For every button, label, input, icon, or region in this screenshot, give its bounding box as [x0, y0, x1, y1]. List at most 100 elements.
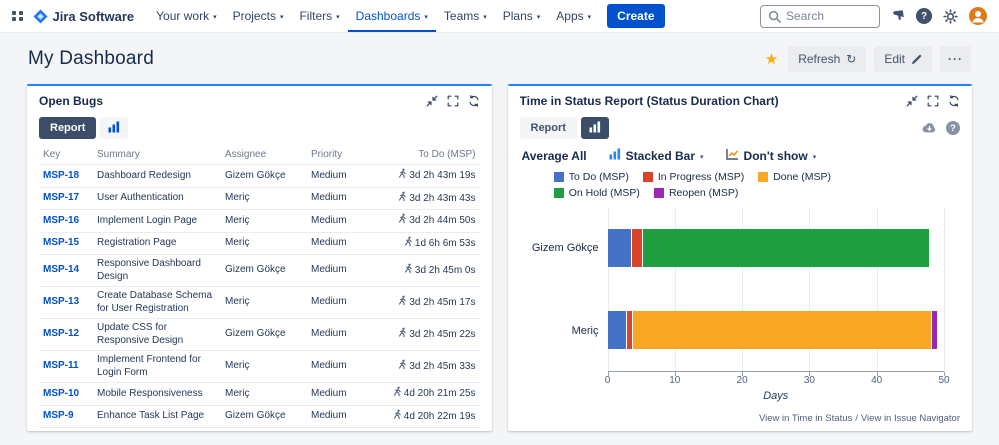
issue-assignee: Meriç: [221, 383, 307, 406]
col-assignee[interactable]: Assignee: [221, 145, 307, 165]
refresh-button[interactable]: Refresh ↻: [788, 46, 866, 72]
stacked-bar-meri-[interactable]: [608, 311, 945, 349]
search-box[interactable]: [760, 5, 880, 28]
legend-item[interactable]: In Progress (MSP): [643, 171, 744, 183]
issue-summary: Create Database Schema for User Registra…: [93, 287, 221, 319]
create-button[interactable]: Create: [607, 4, 664, 28]
dont-show-dropdown[interactable]: Don't show ▾: [726, 148, 817, 163]
x-axis-title: Days: [524, 388, 957, 406]
edit-button[interactable]: Edit: [874, 46, 932, 72]
issue-key-link[interactable]: MSP-12: [43, 328, 79, 339]
more-button[interactable]: ···: [940, 46, 971, 72]
table-row: MSP-11Implement Frontend for Login FormM…: [39, 351, 480, 383]
issue-priority: Medium: [307, 232, 379, 255]
category-label: Meriç: [524, 290, 608, 373]
col-priority[interactable]: Priority: [307, 145, 379, 165]
issue-key-link[interactable]: MSP-17: [43, 192, 79, 203]
open-bugs-table: Key Summary Assignee Priority To Do (MSP…: [39, 145, 480, 428]
refresh-gadget-icon[interactable]: [948, 95, 960, 107]
bar-segment[interactable]: [631, 229, 642, 267]
chevron-down-icon: ▾: [588, 11, 592, 21]
time-in-status-gadget: Time in Status Report (Status Duration C…: [508, 84, 973, 431]
category-label: Gizem Gökçe: [524, 207, 608, 290]
table-row: MSP-16Implement Login PageMeriçMedium3d …: [39, 210, 480, 233]
announcements-icon[interactable]: [891, 9, 905, 23]
issue-priority: Medium: [307, 383, 379, 406]
bar-segment[interactable]: [642, 229, 929, 267]
search-icon: [768, 10, 781, 23]
expand-icon[interactable]: [447, 95, 459, 107]
issue-key-link[interactable]: MSP-9: [43, 410, 74, 421]
nav-item-teams[interactable]: Teams▾: [436, 0, 495, 32]
col-summary[interactable]: Summary: [93, 145, 221, 165]
issue-key-link[interactable]: MSP-13: [43, 296, 79, 307]
issue-priority: Medium: [307, 165, 379, 188]
report-tab[interactable]: Report: [39, 117, 96, 139]
settings-gear-icon[interactable]: [943, 9, 958, 24]
legend-item[interactable]: Done (MSP): [758, 171, 831, 183]
jira-logo-icon[interactable]: [33, 9, 48, 24]
nav-item-filters[interactable]: Filters▾: [291, 0, 347, 32]
app-switcher-icon[interactable]: [12, 11, 23, 22]
collapse-icon[interactable]: [906, 95, 918, 107]
col-todo[interactable]: To Do (MSP): [379, 145, 480, 165]
chevron-down-icon: ▾: [424, 11, 428, 21]
bar-segment[interactable]: [632, 311, 930, 349]
chart-tab[interactable]: [581, 117, 609, 139]
plot-area: [608, 207, 945, 372]
chart-type-dropdown[interactable]: Stacked Bar ▾: [609, 148, 704, 163]
nav-left: Jira Software Your work▾Projects▾Filters…: [12, 0, 665, 32]
status-duration-chart: To Do (MSP) In Progress (MSP) Done (MSP) On…: [508, 165, 973, 406]
issue-key-link[interactable]: MSP-15: [43, 237, 79, 248]
favorite-star-icon[interactable]: ★: [765, 50, 778, 68]
bar-segment[interactable]: [608, 229, 632, 267]
chart-tab[interactable]: [100, 117, 128, 139]
refresh-gadget-icon[interactable]: [468, 95, 480, 107]
issue-priority: Medium: [307, 405, 379, 428]
issue-key-link[interactable]: MSP-16: [43, 215, 79, 226]
view-in-time-in-status-link[interactable]: View in Time in Status: [759, 413, 852, 424]
chevron-down-icon: ▾: [483, 11, 487, 21]
bar-chart-icon: [589, 121, 601, 136]
issue-assignee: Meriç: [221, 232, 307, 255]
running-person-icon: [397, 359, 407, 375]
header-actions: ★ Refresh ↻ Edit ···: [765, 46, 971, 72]
running-person-icon: [397, 191, 407, 207]
col-key[interactable]: Key: [39, 145, 93, 165]
legend-item[interactable]: To Do (MSP): [554, 171, 629, 183]
issue-assignee: Gizem Gökçe: [221, 405, 307, 428]
issue-key-link[interactable]: MSP-18: [43, 170, 79, 181]
stacked-bar-gizem-g-k-e[interactable]: [608, 229, 945, 267]
table-row: MSP-17User AuthenticationMeriçMedium3d 2…: [39, 187, 480, 210]
legend-item[interactable]: On Hold (MSP): [554, 187, 640, 199]
bar-segment[interactable]: [931, 311, 938, 349]
nav-item-dashboards[interactable]: Dashboards▾: [348, 0, 436, 32]
bar-row: [608, 289, 945, 371]
issue-key-link[interactable]: MSP-11: [43, 360, 79, 371]
issue-summary: Registration Page: [93, 232, 221, 255]
issue-time-in-status: 3d 2h 45m 0s: [379, 255, 480, 287]
help-icon[interactable]: ?: [916, 8, 932, 24]
issue-time-in-status: 3d 2h 45m 22s: [379, 319, 480, 351]
issue-key-link[interactable]: MSP-10: [43, 388, 79, 399]
nav-item-projects[interactable]: Projects▾: [225, 0, 292, 32]
nav-item-your-work[interactable]: Your work▾: [148, 0, 224, 32]
issue-time-in-status: 3d 2h 44m 50s: [379, 210, 480, 233]
bar-chart-icon: [108, 121, 120, 136]
nav-item-plans[interactable]: Plans▾: [495, 0, 549, 32]
export-cloud-icon[interactable]: [920, 122, 937, 134]
brand-name[interactable]: Jira Software: [53, 9, 135, 24]
report-tab[interactable]: Report: [520, 117, 577, 139]
profile-avatar[interactable]: [969, 7, 987, 25]
nav-item-apps[interactable]: Apps▾: [548, 0, 599, 32]
search-input[interactable]: [786, 9, 872, 23]
legend-item[interactable]: Reopen (MSP): [654, 187, 738, 199]
gadget-help-icon[interactable]: ?: [946, 121, 960, 135]
expand-icon[interactable]: [927, 95, 939, 107]
view-in-issue-navigator-link[interactable]: View in Issue Navigator: [861, 413, 960, 424]
average-all-label[interactable]: Average All: [522, 149, 587, 163]
collapse-icon[interactable]: [426, 95, 438, 107]
bar-segment[interactable]: [608, 311, 627, 349]
issue-key-link[interactable]: MSP-14: [43, 264, 79, 275]
issue-assignee: Meriç: [221, 187, 307, 210]
